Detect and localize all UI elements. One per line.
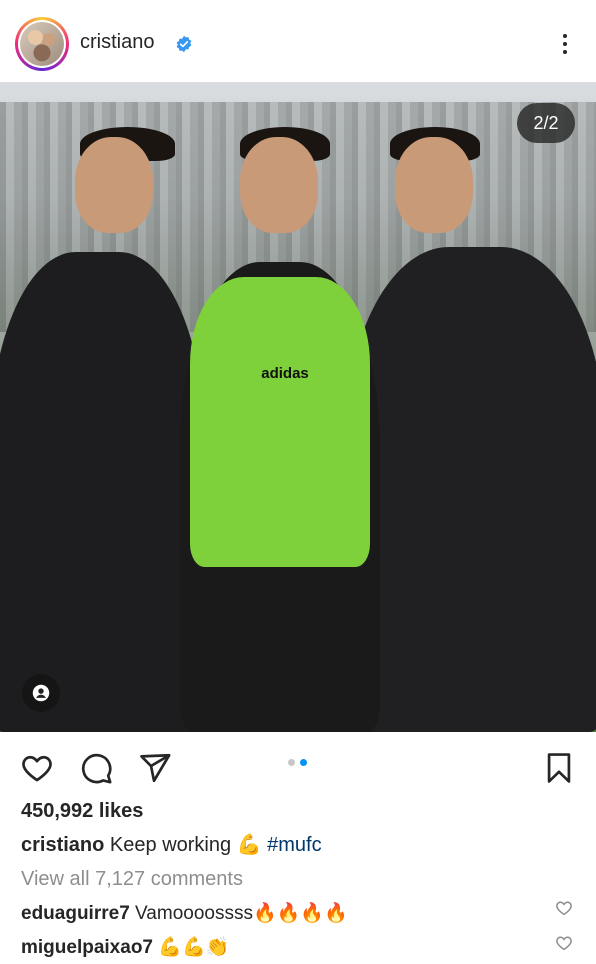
comment-username[interactable]: miguelpaixao7 (21, 937, 153, 958)
comment-row: eduaguirre7 Vamoooossss🔥🔥🔥🔥 (21, 901, 348, 925)
comment-text: 💪💪👏 (158, 937, 230, 958)
carousel-counter: 2/2 (517, 103, 575, 143)
heart-icon[interactable] (20, 751, 54, 785)
post-caption: cristiano Keep working 💪 #mufc (21, 832, 322, 857)
carousel-dots (288, 759, 307, 766)
more-dot (563, 34, 567, 38)
more-options-icon[interactable] (555, 30, 575, 58)
profile-avatar[interactable] (15, 17, 69, 71)
face-center (240, 137, 318, 233)
user-tag-icon[interactable] (22, 674, 60, 712)
comment-like-heart-icon[interactable] (555, 934, 573, 952)
caption-text: Keep working 💪 (109, 834, 262, 856)
likes-count[interactable]: 450,992 likes (21, 800, 143, 823)
user-tag-glyph (32, 684, 50, 702)
view-all-comments-link[interactable]: View all 7,127 comments (21, 868, 243, 891)
comment-row: miguelpaixao7 💪💪👏 (21, 935, 229, 959)
avatar-inner (18, 20, 66, 68)
green-training-vest (190, 277, 370, 567)
vest-logo-text: adidas (261, 365, 309, 382)
post-photo[interactable]: adidas 2/2 (0, 82, 596, 732)
post-username[interactable]: cristiano (80, 31, 154, 54)
player-left (0, 252, 205, 732)
comment-text: Vamoooossss🔥🔥🔥🔥 (135, 903, 348, 924)
comment-icon[interactable] (79, 751, 113, 785)
verified-badge-icon (176, 35, 192, 53)
comment-username[interactable]: eduaguirre7 (21, 903, 130, 924)
caption-hashtag[interactable]: #mufc (267, 834, 321, 856)
post-header: cristiano (0, 0, 596, 82)
bookmark-icon[interactable] (542, 751, 576, 785)
carousel-dot-active (300, 759, 307, 766)
face-left (75, 137, 153, 233)
carousel-dot (288, 759, 295, 766)
avatar-image (20, 22, 64, 66)
send-icon[interactable] (138, 751, 172, 785)
face-right (395, 137, 473, 233)
more-dot (563, 42, 567, 46)
comment-like-heart-icon[interactable] (555, 899, 573, 917)
caption-username[interactable]: cristiano (21, 834, 104, 856)
player-right (345, 247, 596, 732)
more-dot (563, 50, 567, 54)
